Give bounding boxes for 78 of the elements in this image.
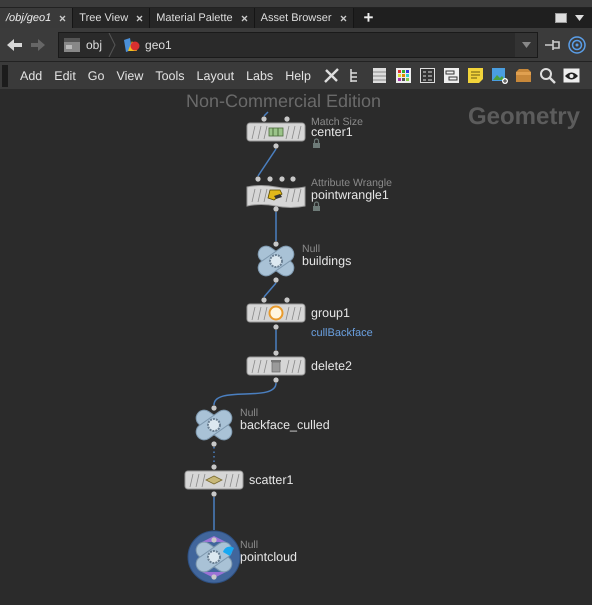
color-grid-icon[interactable]: [394, 67, 412, 84]
path-field[interactable]: obj geo1: [58, 32, 538, 58]
node-name[interactable]: pointcloud: [240, 550, 297, 564]
node-name[interactable]: delete2: [311, 359, 352, 373]
node-type: Null: [302, 243, 320, 255]
node-type: Null: [240, 407, 258, 419]
path-dropdown[interactable]: [515, 32, 537, 56]
path-segment[interactable]: geo1: [145, 38, 172, 52]
wire[interactable]: [263, 111, 269, 117]
node-name[interactable]: backface_culled: [240, 418, 330, 432]
wire[interactable]: [263, 282, 277, 298]
dropdown-arrow-icon[interactable]: [575, 15, 584, 21]
output-connector[interactable]: [273, 206, 279, 212]
circle-icon: [268, 306, 284, 320]
menu-item[interactable]: Layout: [190, 68, 240, 82]
node-name[interactable]: group1: [311, 306, 350, 320]
close-icon[interactable]: [59, 14, 66, 22]
render-flag[interactable]: [223, 546, 234, 556]
node-type: Null: [240, 539, 258, 551]
back-arrow-icon[interactable]: [6, 36, 24, 52]
menu-item[interactable]: Help: [279, 68, 317, 82]
output-connector[interactable]: [273, 324, 279, 330]
input-connector[interactable]: [211, 537, 217, 543]
output-connector[interactable]: [211, 491, 217, 497]
parameters-icon[interactable]: [418, 67, 436, 84]
input-connector[interactable]: [273, 350, 279, 356]
close-icon[interactable]: [136, 14, 144, 22]
menu-item[interactable]: Edit: [48, 68, 82, 82]
node-name[interactable]: scatter1: [249, 473, 294, 487]
search-icon[interactable]: [538, 67, 556, 84]
node-type: Match Size: [311, 116, 363, 128]
edition-label: Non-Commercial Edition: [186, 91, 382, 111]
target-icon[interactable]: [568, 36, 586, 54]
tab[interactable]: Tree View: [73, 8, 150, 28]
scatter-icon: [205, 476, 223, 484]
wire[interactable]: [257, 148, 277, 176]
node-type: Attribute Wrangle: [311, 177, 392, 189]
add-image-icon[interactable]: [490, 67, 508, 84]
input-connector[interactable]: [261, 116, 267, 122]
node-name[interactable]: center1: [311, 125, 353, 139]
input-connector[interactable]: [261, 297, 267, 303]
output-connector[interactable]: [273, 377, 279, 383]
eye-icon[interactable]: [562, 67, 580, 84]
list-icon[interactable]: [370, 67, 388, 84]
menu-item[interactable]: Labs: [240, 68, 280, 82]
output-connector[interactable]: [273, 143, 279, 149]
tab[interactable]: Asset Browser: [254, 8, 354, 28]
network-icon[interactable]: [442, 67, 460, 84]
input-connector[interactable]: [273, 241, 279, 247]
node-name[interactable]: buildings: [302, 254, 352, 268]
menu-item[interactable]: View: [110, 68, 150, 82]
input-connector[interactable]: [284, 116, 290, 122]
menu-item[interactable]: Go: [82, 68, 110, 82]
path-segment[interactable]: obj: [86, 38, 102, 52]
input-connector[interactable]: [284, 297, 290, 303]
input-connector[interactable]: [211, 464, 217, 470]
menu-item[interactable]: Add: [14, 68, 48, 82]
chevron-icon: [108, 32, 116, 56]
clapper-icon: [63, 36, 81, 52]
new-tab-button[interactable]: +: [354, 8, 384, 28]
box-icon[interactable]: [514, 67, 532, 84]
menu-item[interactable]: Tools: [149, 68, 191, 82]
sticky-note-icon[interactable]: [466, 67, 484, 84]
tab[interactable]: /obj/geo1: [0, 8, 74, 28]
close-icon[interactable]: [240, 14, 248, 22]
node[interactable]: [184, 470, 244, 490]
output-connector[interactable]: [273, 277, 279, 283]
geometry-icon: [122, 36, 140, 52]
node-comment: cullBackface: [311, 327, 373, 339]
tab[interactable]: Material Palette: [150, 8, 255, 28]
output-connector[interactable]: [211, 441, 217, 447]
pin-icon[interactable]: [544, 38, 562, 52]
trash-icon: [271, 360, 281, 372]
wire[interactable]: [213, 447, 215, 464]
input-connector[interactable]: [211, 405, 217, 411]
close-icon[interactable]: [340, 14, 347, 22]
node-name[interactable]: pointwrangle1: [311, 188, 389, 202]
wire[interactable]: [213, 382, 277, 406]
